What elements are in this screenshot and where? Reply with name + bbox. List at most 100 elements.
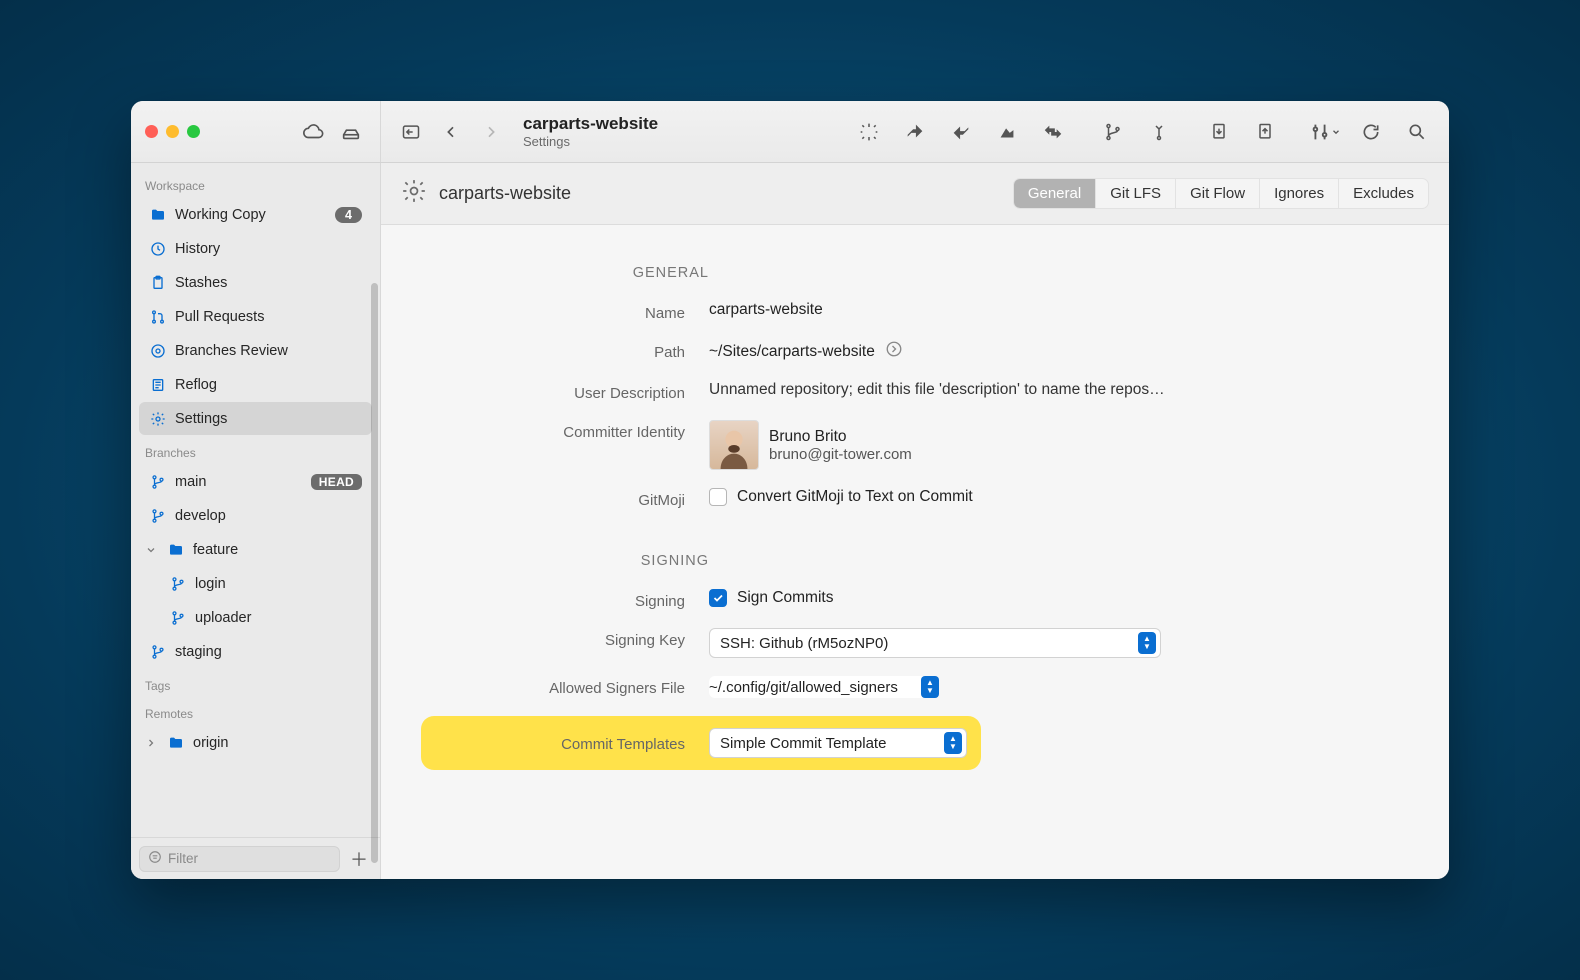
- sidebar-item-label: Stashes: [175, 275, 362, 291]
- signing-key-select[interactable]: SSH: Github (rM5ozNP0) ▲▼: [709, 628, 1161, 658]
- sidebar: Workspace Working Copy 4 History Stashes…: [131, 163, 381, 879]
- sidebar-scroll[interactable]: Workspace Working Copy 4 History Stashes…: [131, 163, 380, 837]
- sidebar-item-branch-uploader[interactable]: uploader: [139, 601, 372, 634]
- sidebar-item-branch-main[interactable]: main HEAD: [139, 465, 372, 498]
- gear-icon: [401, 178, 427, 209]
- merge-icon[interactable]: [1139, 115, 1179, 149]
- fullscreen-window-button[interactable]: [187, 125, 200, 138]
- push-icon[interactable]: [987, 115, 1027, 149]
- sidebar-item-label: Reflog: [175, 377, 362, 393]
- label-identity: Committer Identity: [421, 420, 709, 441]
- sign-commits-label: Sign Commits: [737, 589, 833, 607]
- settings-tabs: General Git LFS Git Flow Ignores Exclude…: [1013, 178, 1429, 209]
- sidebar-item-reflog[interactable]: Reflog: [139, 368, 372, 401]
- reveal-in-finder-icon[interactable]: [885, 340, 903, 363]
- fetch-icon[interactable]: [895, 115, 935, 149]
- pull-request-icon: [149, 309, 167, 325]
- stepper-icon: ▲▼: [921, 676, 939, 698]
- minimize-window-button[interactable]: [166, 125, 179, 138]
- sidebar-item-settings[interactable]: Settings: [139, 402, 372, 435]
- row-identity: Committer Identity Bruno Brito bruno@git…: [421, 420, 1409, 470]
- apply-stash-icon[interactable]: [1245, 115, 1285, 149]
- search-icon[interactable]: [1397, 115, 1437, 149]
- sidebar-item-branch-staging[interactable]: staging: [139, 635, 372, 668]
- value-allowed-signers: ~/.config/git/allowed_signers ▲▼: [709, 676, 1409, 698]
- tab-git-lfs[interactable]: Git LFS: [1095, 179, 1175, 208]
- window-subtitle: Settings: [523, 134, 658, 149]
- row-signing-key: Signing Key SSH: Github (rM5ozNP0) ▲▼: [421, 628, 1409, 658]
- gitmoji-checkbox[interactable]: [709, 488, 727, 506]
- back-button[interactable]: [433, 115, 469, 149]
- sidebar-item-stashes[interactable]: Stashes: [139, 266, 372, 299]
- title-block: carparts-website Settings: [523, 114, 658, 149]
- branch-icon[interactable]: [1093, 115, 1133, 149]
- gitmoji-check-label: Convert GitMoji to Text on Commit: [737, 488, 973, 506]
- label-name: Name: [421, 301, 709, 322]
- sidebar-item-branch-develop[interactable]: develop: [139, 499, 372, 532]
- filter-input[interactable]: Filter: [139, 846, 340, 872]
- pull-icon[interactable]: [941, 115, 981, 149]
- stash-icon[interactable]: [1199, 115, 1239, 149]
- gear-icon: [149, 411, 167, 427]
- label-path: Path: [421, 340, 709, 361]
- sidebar-item-working-copy[interactable]: Working Copy 4: [139, 198, 372, 231]
- sidebar-item-label: Working Copy: [175, 207, 327, 223]
- tab-excludes[interactable]: Excludes: [1338, 179, 1428, 208]
- label-signing-key: Signing Key: [421, 628, 709, 649]
- remote-folder-icon: [167, 735, 185, 751]
- toolbar: [849, 115, 1437, 149]
- clipboard-icon: [149, 275, 167, 291]
- add-button[interactable]: ＋: [346, 846, 372, 872]
- value-description[interactable]: Unnamed repository; edit this file 'desc…: [709, 381, 1409, 399]
- identity-email: bruno@git-tower.com: [769, 446, 912, 463]
- settings-body[interactable]: GENERAL Name carparts-website Path ~/Sit…: [381, 225, 1449, 879]
- path-text: ~/Sites/carparts-website: [709, 343, 875, 361]
- branch-label: staging: [175, 644, 362, 660]
- sidebar-item-history[interactable]: History: [139, 232, 372, 265]
- sidebar-item-remote-origin[interactable]: origin: [139, 726, 372, 759]
- remote-label: origin: [193, 735, 362, 751]
- commit-template-select[interactable]: Simple Commit Template ▲▼: [709, 728, 967, 758]
- sidebar-item-pull-requests[interactable]: Pull Requests: [139, 300, 372, 333]
- allowed-signers-select[interactable]: ~/.config/git/allowed_signers ▲▼: [709, 676, 939, 698]
- value-identity[interactable]: Bruno Brito bruno@git-tower.com: [709, 420, 1409, 470]
- sidebar-item-branch-login[interactable]: login: [139, 567, 372, 600]
- scrollbar[interactable]: [371, 283, 378, 863]
- chevron-down-icon: [143, 544, 159, 556]
- stepper-icon: ▲▼: [1138, 632, 1156, 654]
- cloud-icon[interactable]: [298, 118, 328, 146]
- label-gitmoji: GitMoji: [421, 488, 709, 509]
- folder-icon: [149, 207, 167, 223]
- folder-icon: [167, 542, 185, 558]
- sidebar-section-tags: Tags: [131, 669, 380, 697]
- close-window-button[interactable]: [145, 125, 158, 138]
- label-commit-templates: Commit Templates: [421, 733, 709, 753]
- local-icon[interactable]: [336, 118, 366, 146]
- reflog-icon: [149, 377, 167, 393]
- quick-open-button[interactable]: [393, 115, 429, 149]
- repo-name: carparts-website: [439, 183, 571, 204]
- sidebar-item-folder-feature[interactable]: feature: [139, 533, 372, 566]
- row-gitmoji: GitMoji Convert GitMoji to Text on Commi…: [421, 488, 1409, 509]
- value-gitmoji: Convert GitMoji to Text on Commit: [709, 488, 1409, 506]
- settings-menu-icon[interactable]: [1305, 115, 1345, 149]
- tab-git-flow[interactable]: Git Flow: [1175, 179, 1259, 208]
- avatar: [709, 420, 759, 470]
- branch-label: main: [175, 474, 303, 490]
- sync-icon[interactable]: [1033, 115, 1073, 149]
- forward-button[interactable]: [473, 115, 509, 149]
- tab-ignores[interactable]: Ignores: [1259, 179, 1338, 208]
- branch-icon: [169, 577, 187, 591]
- row-description: User Description Unnamed repository; edi…: [421, 381, 1409, 402]
- section-signing-title: SIGNING: [421, 527, 709, 589]
- quick-actions-icon[interactable]: [849, 115, 889, 149]
- head-badge: HEAD: [311, 474, 362, 490]
- sign-commits-checkbox[interactable]: [709, 589, 727, 607]
- stepper-icon: ▲▼: [944, 732, 962, 754]
- settings-header: carparts-website General Git LFS Git Flo…: [381, 163, 1449, 225]
- branch-icon: [149, 475, 167, 489]
- tab-general[interactable]: General: [1014, 179, 1095, 208]
- refresh-icon[interactable]: [1351, 115, 1391, 149]
- sidebar-item-branches-review[interactable]: Branches Review: [139, 334, 372, 367]
- branch-label: develop: [175, 508, 362, 524]
